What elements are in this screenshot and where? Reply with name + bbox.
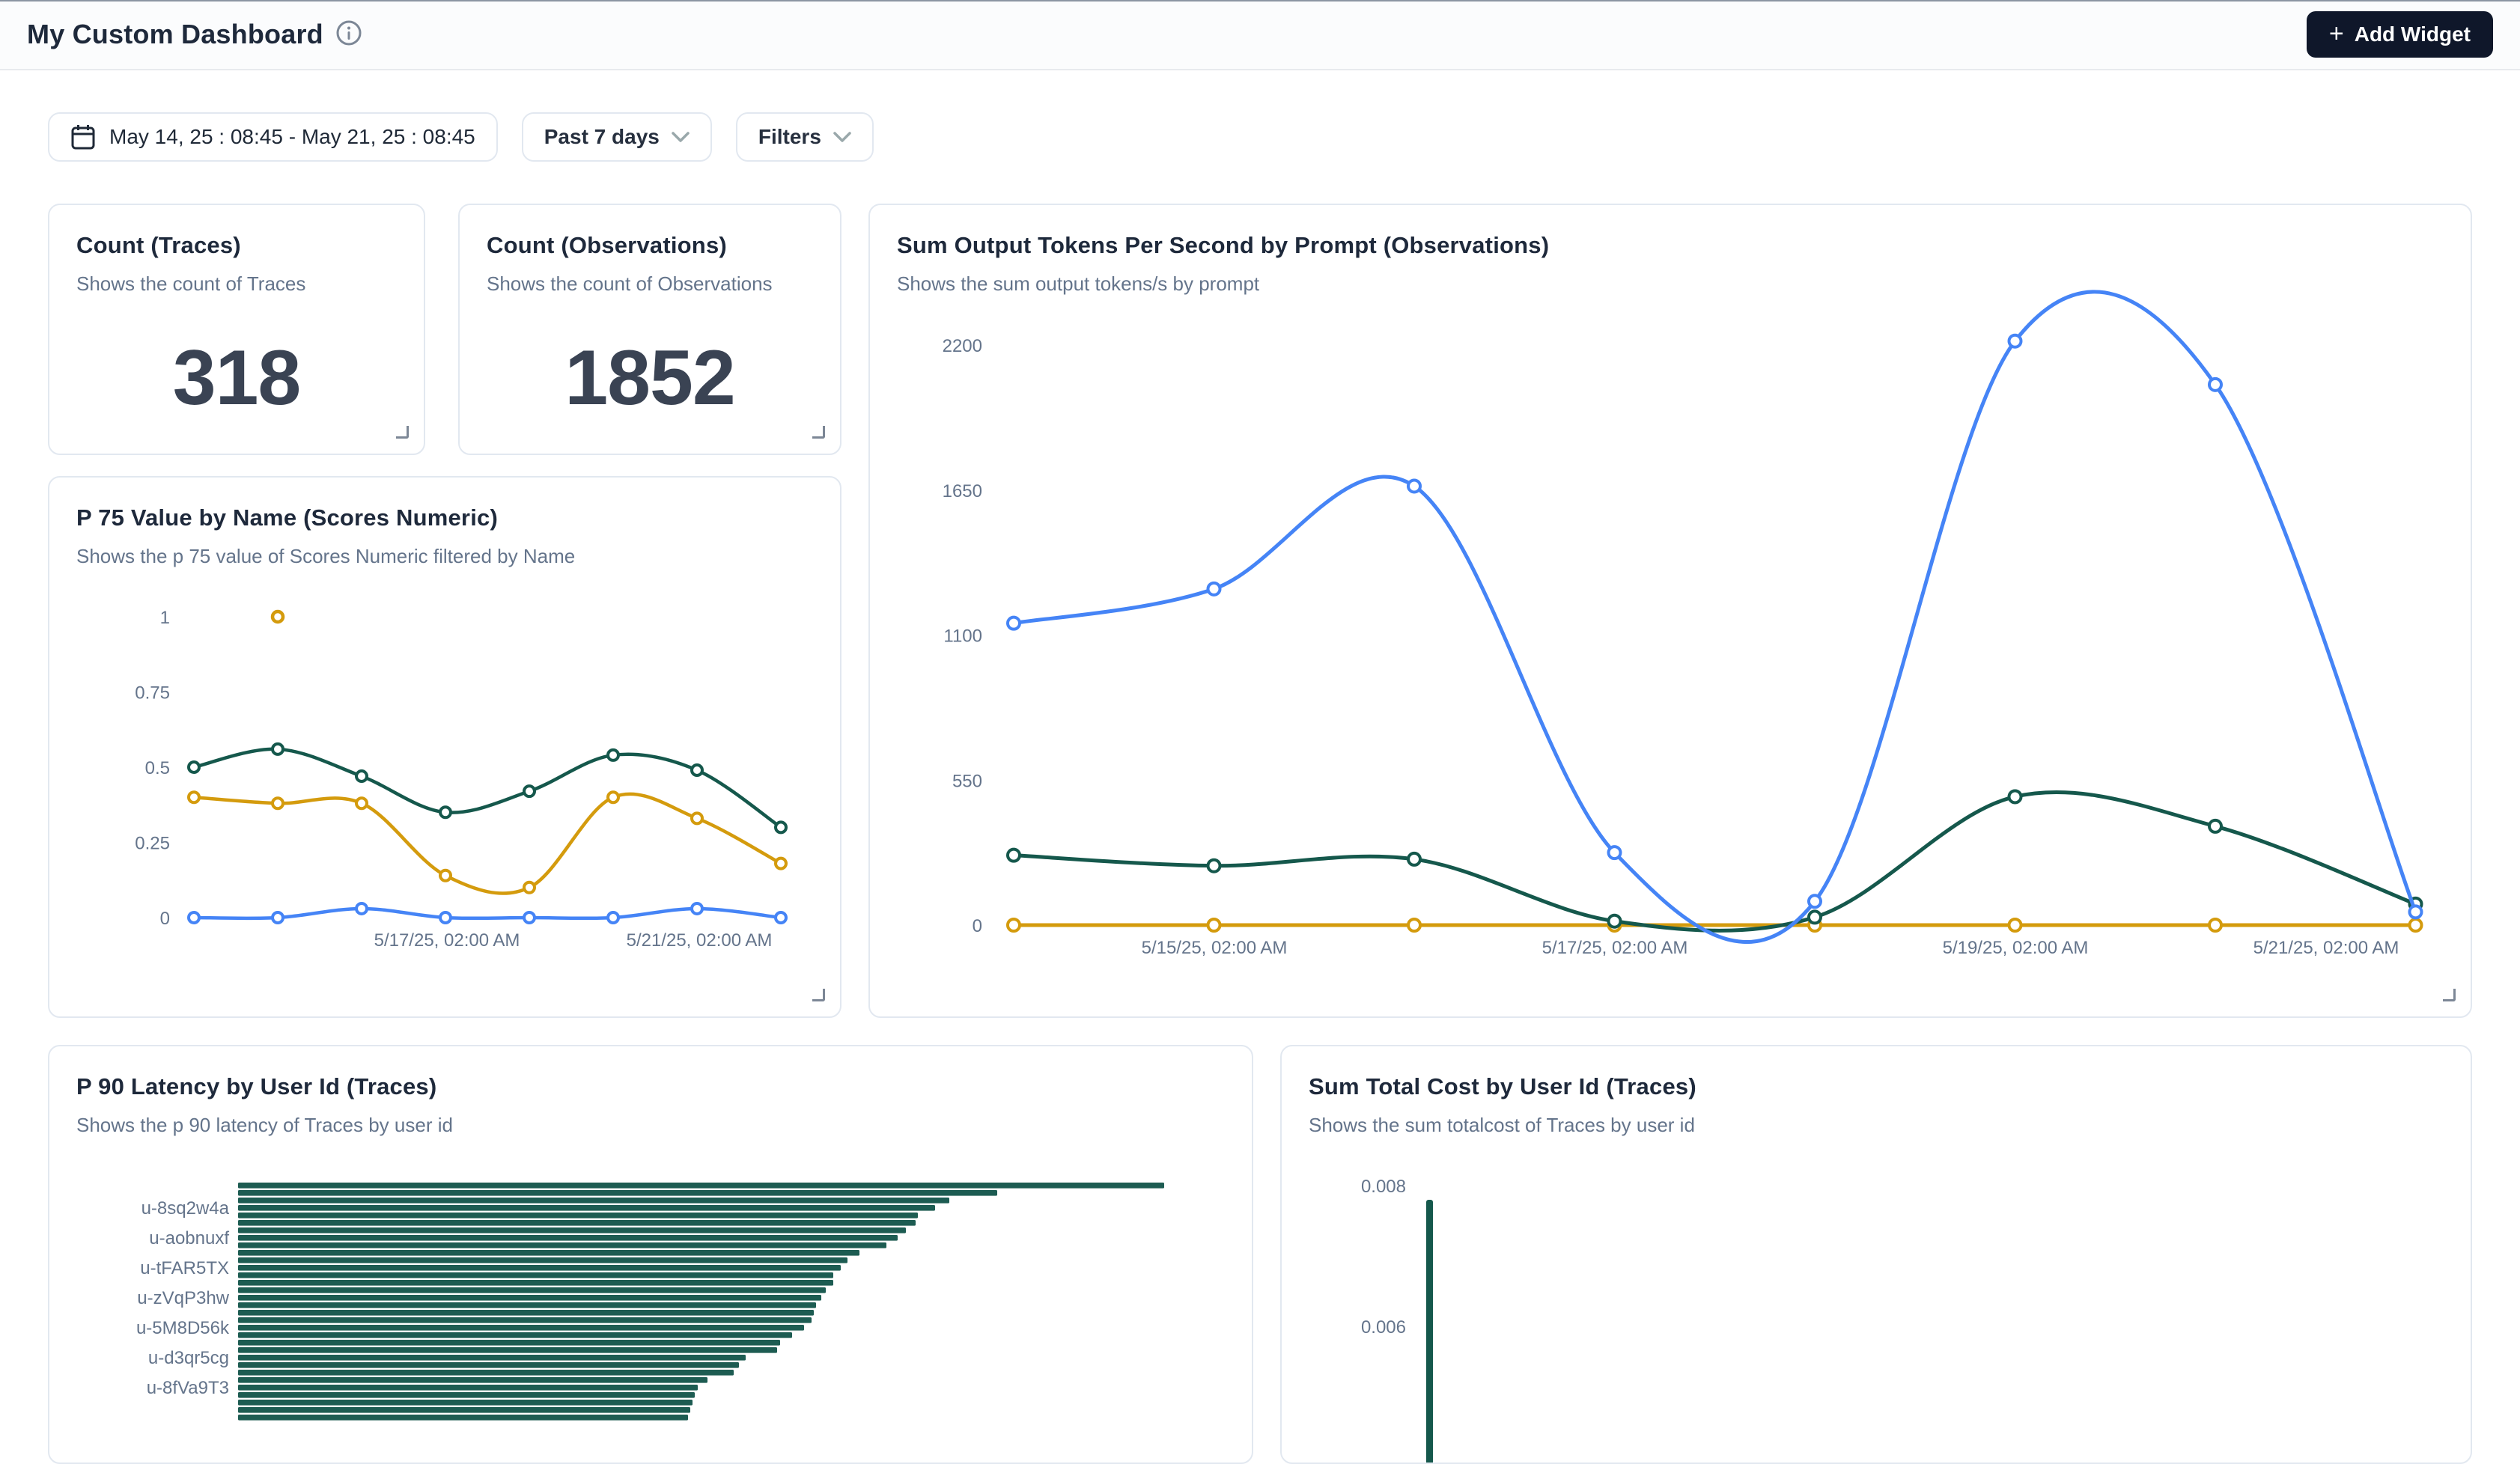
p90-bar-chart: u-8sq2w4a u-aobnuxf u-tFAR5TX u-zVqP3hw u-5M… [49, 1046, 1253, 1464]
count-observations-value: 1852 [564, 334, 734, 423]
svg-text:2200: 2200 [943, 336, 982, 356]
svg-text:5/21/25, 02:00 AM: 5/21/25, 02:00 AM [627, 930, 773, 951]
p75-line-chart: 0 0.25 0.5 0.75 1 5/17/25, 02:00 AM 5/21/25, 0… [49, 478, 841, 1018]
header: My Custom Dashboard + Add Widget [0, 0, 2520, 70]
widget-cost-chart: Sum Total Cost by User Id (Traces) Shows… [1280, 1045, 2472, 1464]
widget-count-observations: Count (Observations) Shows the count of … [458, 204, 841, 455]
cost-bar-chart: 0.008 0.006 [1282, 1046, 2472, 1464]
resize-handle-icon[interactable] [396, 426, 409, 439]
svg-text:0.006: 0.006 [1361, 1317, 1406, 1338]
svg-text:5/19/25, 02:00 AM: 5/19/25, 02:00 AM [1943, 938, 2089, 958]
svg-text:0.5: 0.5 [145, 758, 170, 778]
widget-subtitle: Shows the count of Observations [487, 272, 813, 296]
svg-text:0.008: 0.008 [1361, 1177, 1406, 1197]
range-preset-dropdown[interactable]: Past 7 days [522, 112, 712, 162]
widget-title: Count (Traces) [76, 232, 397, 259]
svg-text:u-zVqP3hw: u-zVqP3hw [137, 1288, 229, 1308]
svg-text:0.75: 0.75 [135, 683, 170, 704]
calendar-icon [70, 123, 96, 150]
range-preset-value: Past 7 days [544, 125, 660, 149]
svg-text:u-aobnuxf: u-aobnuxf [149, 1228, 229, 1248]
date-range-value: May 14, 25 : 08:45 - May 21, 25 : 08:45 [109, 125, 475, 149]
svg-text:5/21/25, 02:00 AM: 5/21/25, 02:00 AM [2253, 938, 2399, 958]
filters-label: Filters [758, 125, 821, 149]
filters-dropdown[interactable]: Filters [736, 112, 874, 162]
svg-text:1: 1 [160, 608, 170, 628]
svg-text:0: 0 [973, 916, 982, 936]
widget-tokens-chart: Sum Output Tokens Per Second by Prompt (… [868, 204, 2472, 1018]
svg-text:5/17/25, 02:00 AM: 5/17/25, 02:00 AM [1542, 938, 1688, 958]
svg-text:u-8sq2w4a: u-8sq2w4a [141, 1198, 230, 1219]
date-range-picker[interactable]: May 14, 25 : 08:45 - May 21, 25 : 08:45 [48, 112, 498, 162]
tokens-line-chart: 0 550 1100 1650 2200 5/15/25, 02:00 AM 5/17/25… [870, 205, 2472, 1018]
svg-text:0: 0 [160, 909, 170, 929]
widget-count-traces: Count (Traces) Shows the count of Traces… [48, 204, 425, 455]
svg-text:u-5M8D56k: u-5M8D56k [136, 1318, 230, 1338]
chevron-down-icon [672, 132, 690, 142]
count-traces-value: 318 [173, 334, 301, 423]
resize-handle-icon[interactable] [812, 426, 825, 439]
svg-text:u-8fVa9T3: u-8fVa9T3 [147, 1378, 229, 1398]
widget-subtitle: Shows the count of Traces [76, 272, 397, 296]
chevron-down-icon [833, 132, 851, 142]
svg-text:5/17/25, 02:00 AM: 5/17/25, 02:00 AM [374, 930, 520, 951]
page-title: My Custom Dashboard [27, 19, 323, 50]
plus-icon: + [2329, 21, 2344, 46]
svg-text:1100: 1100 [943, 626, 982, 647]
svg-text:1650: 1650 [943, 481, 982, 501]
widget-title: Count (Observations) [487, 232, 813, 259]
resize-handle-icon[interactable] [2443, 989, 2456, 1001]
svg-text:5/15/25, 02:00 AM: 5/15/25, 02:00 AM [1142, 938, 1288, 958]
resize-handle-icon[interactable] [812, 989, 825, 1001]
info-icon[interactable] [335, 19, 362, 50]
svg-text:u-tFAR5TX: u-tFAR5TX [140, 1258, 229, 1278]
svg-text:550: 550 [952, 771, 982, 791]
toolbar: May 14, 25 : 08:45 - May 21, 25 : 08:45 … [48, 112, 874, 162]
widget-p75-chart: P 75 Value by Name (Scores Numeric) Show… [48, 476, 841, 1018]
svg-text:0.25: 0.25 [135, 834, 170, 854]
svg-text:u-d3qr5cg: u-d3qr5cg [148, 1348, 229, 1368]
widget-p90-chart: P 90 Latency by User Id (Traces) Shows t… [48, 1045, 1253, 1464]
add-widget-button[interactable]: + Add Widget [2307, 11, 2493, 58]
